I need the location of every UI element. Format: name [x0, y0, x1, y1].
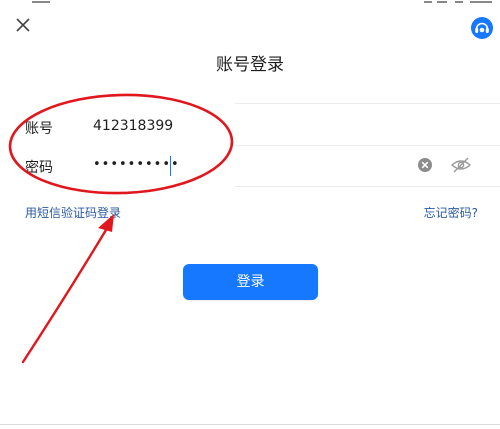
password-input[interactable]: •••••••••• [93, 157, 180, 172]
divider [235, 186, 500, 187]
account-label: 账号 [25, 121, 53, 137]
status-bar [0, 0, 500, 6]
text-caret [170, 156, 171, 176]
status-bar-mark [455, 1, 463, 3]
eye-off-icon [450, 157, 472, 173]
forgot-password-link[interactable]: 忘记密码? [424, 204, 478, 221]
account-input[interactable]: 412318399 [93, 118, 173, 134]
login-button[interactable]: 登录 [183, 264, 318, 300]
close-button[interactable] [12, 14, 34, 36]
clear-circle-icon [418, 158, 432, 172]
password-label: 密码 [25, 160, 53, 176]
status-bar-mark [470, 1, 492, 3]
status-bar-mark [437, 1, 447, 3]
customer-service-button[interactable] [470, 16, 494, 40]
divider [235, 145, 500, 146]
toggle-password-visibility[interactable] [450, 155, 472, 175]
annotation-arrow-line [21, 218, 114, 364]
page-title: 账号登录 [216, 55, 284, 75]
close-icon [16, 18, 30, 32]
divider [235, 103, 500, 104]
bottom-divider [0, 424, 500, 425]
status-bar-mark [32, 1, 50, 3]
clear-password-button[interactable] [416, 156, 434, 174]
customer-service-icon [471, 17, 493, 39]
sms-login-link[interactable]: 用短信验证码登录 [25, 204, 121, 221]
annotation-ellipse [8, 93, 234, 195]
status-bar-mark [424, 1, 432, 3]
